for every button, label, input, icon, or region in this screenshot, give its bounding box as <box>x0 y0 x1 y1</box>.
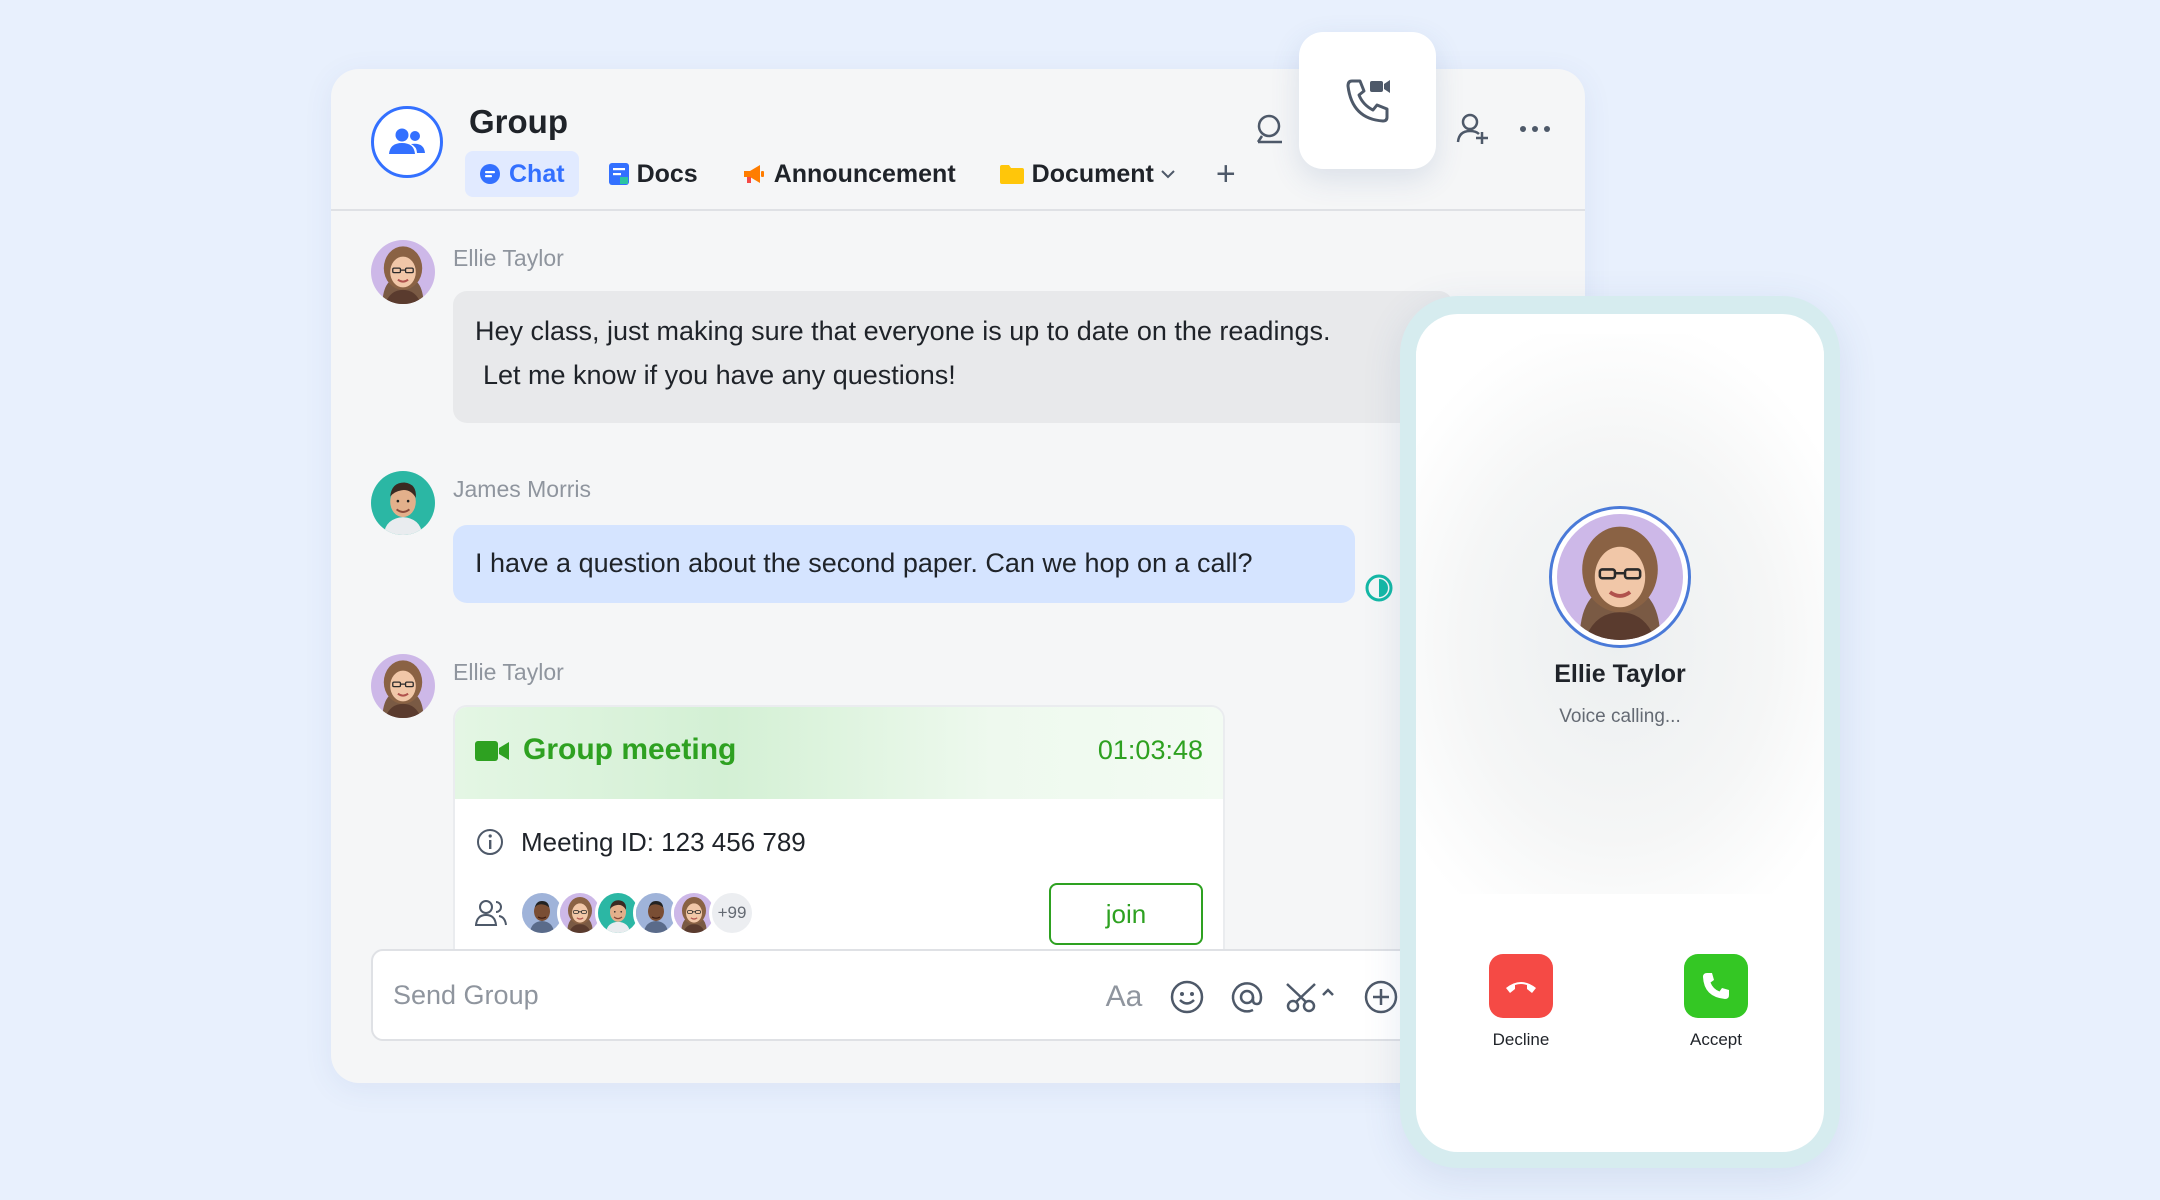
tab-label: Announcement <box>773 159 956 188</box>
message-composer: Aa <box>371 949 1431 1041</box>
add-member-icon[interactable] <box>1449 105 1497 153</box>
tab-document[interactable]: Document <box>986 151 1190 197</box>
emoji-icon[interactable] <box>1165 975 1209 1019</box>
sender-name: James Morris <box>453 476 592 502</box>
caller-avatar <box>1549 506 1691 648</box>
message-text-line: Let me know if you have any questions! <box>483 360 956 390</box>
tab-label: Docs <box>636 159 698 188</box>
megaphone-icon <box>742 163 766 185</box>
meeting-title: Group meeting <box>523 733 737 766</box>
docs-icon <box>608 163 629 185</box>
meeting-duration: 01:03:48 <box>1097 735 1203 765</box>
read-status-icon <box>1364 573 1394 608</box>
message-bubble: I have a question about the second paper… <box>453 525 1355 603</box>
info-icon <box>475 827 505 862</box>
avatar-image <box>371 240 435 304</box>
avatar[interactable] <box>371 240 435 304</box>
message-input[interactable] <box>393 973 993 1017</box>
mention-icon[interactable] <box>1225 975 1269 1019</box>
hang-up-icon <box>1506 982 1536 993</box>
sender-name: Ellie Taylor <box>453 659 564 685</box>
tab-bar: Chat Docs Announcement Document + <box>465 151 1262 197</box>
tab-chat[interactable]: Chat <box>465 151 579 197</box>
message-text-line: Hey class, just making sure that everyon… <box>475 316 1331 346</box>
phone-mockup: Ellie Taylor Voice calling... Decline Ac… <box>1400 296 1840 1168</box>
incoming-call-screen: Ellie Taylor Voice calling... Decline Ac… <box>1416 314 1824 1152</box>
video-phone-call-button[interactable] <box>1299 32 1436 169</box>
video-camera-icon <box>475 739 509 768</box>
accept-button[interactable] <box>1684 954 1748 1018</box>
group-icon <box>389 128 425 154</box>
group-avatar[interactable] <box>371 106 443 178</box>
more-icon[interactable] <box>1511 105 1559 153</box>
add-attachment-icon[interactable] <box>1359 975 1403 1019</box>
tab-docs[interactable]: Docs <box>595 151 712 197</box>
call-status: Voice calling... <box>1559 706 1681 727</box>
avatar[interactable] <box>371 654 435 718</box>
meeting-card: Group meeting 01:03:48 Meeting ID: 123 4… <box>453 705 1225 965</box>
chat-bubble-icon <box>479 163 501 185</box>
message-bubble: Hey class, just making sure that everyon… <box>453 291 1453 423</box>
chevron-down-icon[interactable] <box>1160 169 1176 179</box>
accept-label: Accept <box>1690 1030 1742 1049</box>
more-participants-count[interactable]: +99 <box>709 890 755 936</box>
meeting-card-header: Group meeting 01:03:48 <box>455 707 1223 799</box>
join-button[interactable]: join <box>1049 883 1203 945</box>
decline-button[interactable] <box>1489 954 1553 1018</box>
tab-label: Chat <box>509 159 565 188</box>
search-icon[interactable] <box>1245 105 1293 153</box>
tab-announcement[interactable]: Announcement <box>728 151 970 197</box>
decline-label: Decline <box>1492 1030 1550 1049</box>
phone-icon <box>1703 973 1729 999</box>
caller-name: Ellie Taylor <box>1554 660 1686 688</box>
folder-icon <box>999 164 1024 184</box>
add-tab-button[interactable]: + <box>1206 151 1246 197</box>
tab-label: Document <box>1031 159 1154 188</box>
text-format-icon[interactable]: Aa <box>1099 975 1149 1019</box>
caller-avatar-image <box>1557 514 1683 640</box>
sender-name: Ellie Taylor <box>453 245 564 271</box>
group-title: Group <box>469 103 568 140</box>
avatar-image <box>371 654 435 718</box>
meeting-id: Meeting ID: 123 456 789 <box>521 827 806 857</box>
participants-icon <box>474 899 507 932</box>
avatar-image <box>371 471 435 535</box>
video-phone-call-icon <box>1346 79 1390 122</box>
chat-window: Group Chat Docs Announcement Document + … <box>331 69 1585 1083</box>
avatar[interactable] <box>371 471 435 535</box>
screenshot-scissors-icon[interactable] <box>1283 975 1341 1019</box>
